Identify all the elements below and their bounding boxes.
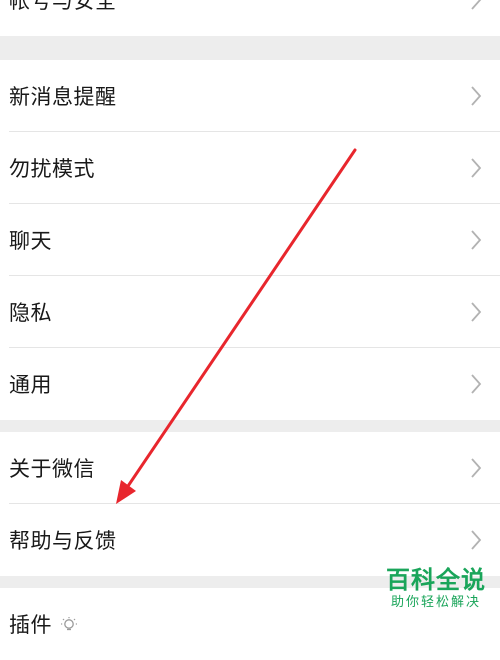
chat-label: 聊天 (9, 229, 52, 253)
new-message-alerts-item[interactable]: 新消息提醒 (0, 60, 500, 132)
general-label: 通用 (9, 373, 52, 397)
settings-group-about: 关于微信 帮助与反馈 (0, 432, 500, 576)
watermark-logo: 百科全说 助你轻松解决 (386, 565, 486, 611)
section-gap (0, 36, 500, 60)
chevron-right-icon (471, 458, 482, 478)
chevron-right-icon (471, 0, 482, 10)
privacy-item[interactable]: 隐私 (0, 276, 500, 348)
lightbulb-icon (61, 617, 77, 631)
chevron-right-icon (471, 86, 482, 106)
settings-group-account: 帐号与安全 (0, 0, 500, 36)
plugins-label: 插件 (9, 613, 52, 637)
general-item[interactable]: 通用 (0, 348, 500, 420)
help-feedback-label: 帮助与反馈 (9, 529, 117, 553)
about-wechat-item[interactable]: 关于微信 (0, 432, 500, 504)
privacy-label: 隐私 (9, 301, 52, 325)
new-message-alerts-label: 新消息提醒 (9, 85, 117, 109)
watermark-title: 百科全说 (386, 566, 486, 594)
account-security-item[interactable]: 帐号与安全 (0, 0, 500, 36)
watermark-subtitle: 助你轻松解决 (390, 595, 481, 610)
chevron-right-icon (471, 302, 482, 322)
chevron-right-icon (471, 530, 482, 550)
chevron-right-icon (471, 230, 482, 250)
chevron-right-icon (471, 374, 482, 394)
settings-group-notifications: 新消息提醒 勿扰模式 聊天 隐私 通用 (0, 60, 500, 420)
about-wechat-label: 关于微信 (9, 457, 95, 481)
chat-item[interactable]: 聊天 (0, 204, 500, 276)
section-gap (0, 420, 500, 432)
chevron-right-icon (471, 158, 482, 178)
do-not-disturb-item[interactable]: 勿扰模式 (0, 132, 500, 204)
do-not-disturb-label: 勿扰模式 (9, 157, 95, 181)
account-security-label: 帐号与安全 (9, 0, 117, 13)
